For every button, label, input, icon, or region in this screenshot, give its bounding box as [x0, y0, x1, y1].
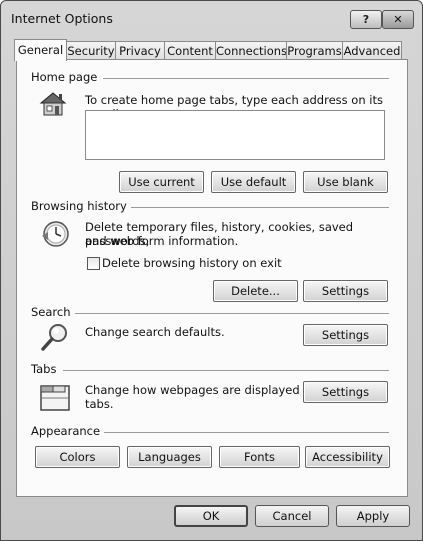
appearance-divider: [99, 432, 389, 433]
history-settings-button[interactable]: Settings: [303, 280, 388, 302]
tabs-settings-button[interactable]: Settings: [303, 381, 388, 403]
tabs-group-label: Tabs: [31, 362, 61, 376]
browsing-history-divider: [125, 207, 389, 208]
close-button[interactable]: ✕: [382, 10, 414, 29]
fonts-button[interactable]: Fonts: [219, 446, 300, 468]
delete-history-on-exit-label[interactable]: Delete browsing history on exit: [102, 256, 282, 270]
tab-privacy[interactable]: Privacy: [115, 41, 165, 60]
title-bar[interactable]: Internet Options ? ✕: [1, 1, 422, 33]
magnifier-icon: [41, 324, 67, 351]
use-default-button[interactable]: Use default: [211, 171, 296, 193]
home-page-divider: [103, 78, 389, 79]
general-tab-panel: Home page To create home page tabs, type…: [16, 59, 408, 497]
use-current-button[interactable]: Use current: [119, 171, 204, 193]
help-button[interactable]: ?: [350, 10, 382, 29]
tabs-description-line2: tabs.: [85, 397, 114, 411]
browsing-history-group-label: Browsing history: [31, 199, 131, 213]
tab-programs[interactable]: Programs: [286, 41, 343, 60]
browsing-history-description-line2: and web form information.: [85, 234, 239, 248]
ok-button[interactable]: OK: [174, 505, 248, 527]
house-icon: [39, 92, 67, 116]
search-divider: [73, 313, 389, 314]
cancel-button[interactable]: Cancel: [255, 505, 329, 527]
languages-button[interactable]: Languages: [127, 446, 212, 468]
internet-options-window: Internet Options ? ✕ General Security Pr…: [0, 0, 423, 541]
delete-history-on-exit-checkbox[interactable]: [87, 257, 100, 270]
tabs-window-icon: [40, 385, 70, 411]
colors-button[interactable]: Colors: [35, 446, 120, 468]
tab-security[interactable]: Security: [66, 41, 116, 60]
tab-advanced[interactable]: Advanced: [342, 41, 402, 60]
accessibility-button[interactable]: Accessibility: [305, 446, 390, 468]
tabs-description-line1: Change how webpages are displayed in: [85, 383, 314, 397]
search-settings-button[interactable]: Settings: [303, 324, 388, 346]
tabs-divider: [63, 370, 389, 371]
use-blank-button[interactable]: Use blank: [303, 171, 388, 193]
delete-history-button[interactable]: Delete...: [213, 280, 298, 302]
search-description: Change search defaults.: [85, 325, 225, 339]
home-page-address-textarea[interactable]: [85, 110, 385, 160]
tab-general[interactable]: General: [14, 39, 67, 61]
home-page-group-label: Home page: [31, 70, 102, 84]
apply-button[interactable]: Apply: [336, 505, 410, 527]
window-title: Internet Options: [11, 11, 113, 26]
tab-content[interactable]: Content: [164, 41, 216, 60]
search-group-label: Search: [31, 305, 75, 319]
tab-connections[interactable]: Connections: [215, 41, 287, 60]
appearance-group-label: Appearance: [31, 424, 105, 438]
history-clock-icon: [42, 221, 69, 247]
